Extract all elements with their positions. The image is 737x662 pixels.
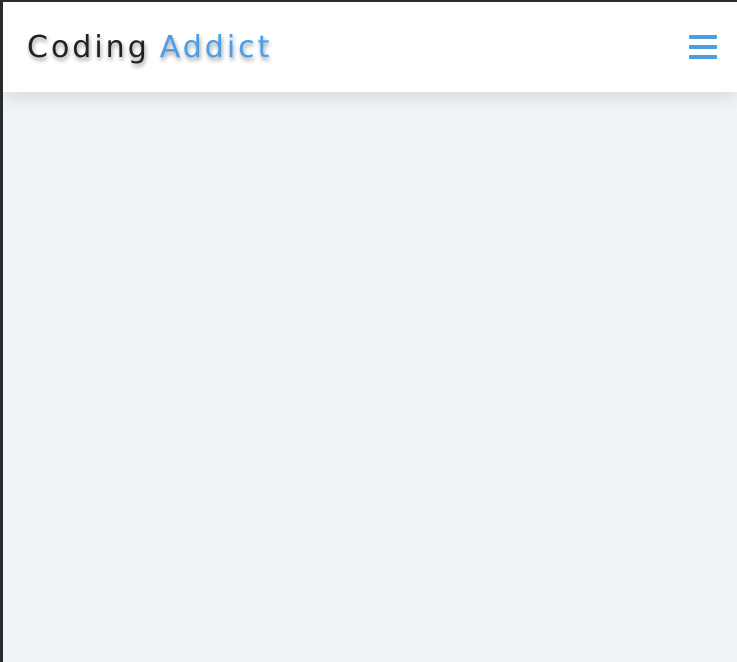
brand-accent-text: Addict [159,29,273,65]
main-content [3,92,737,662]
menu-bar-bottom [689,55,717,59]
brand-primary-text: Coding [27,29,150,65]
menu-bar-middle [689,45,717,49]
navbar: Coding Addict [3,2,737,92]
hamburger-menu-icon[interactable] [689,34,717,60]
brand-logo[interactable]: Coding Addict [27,30,272,65]
app-viewport: Coding Addict [3,2,737,662]
menu-bar-top [689,35,717,39]
